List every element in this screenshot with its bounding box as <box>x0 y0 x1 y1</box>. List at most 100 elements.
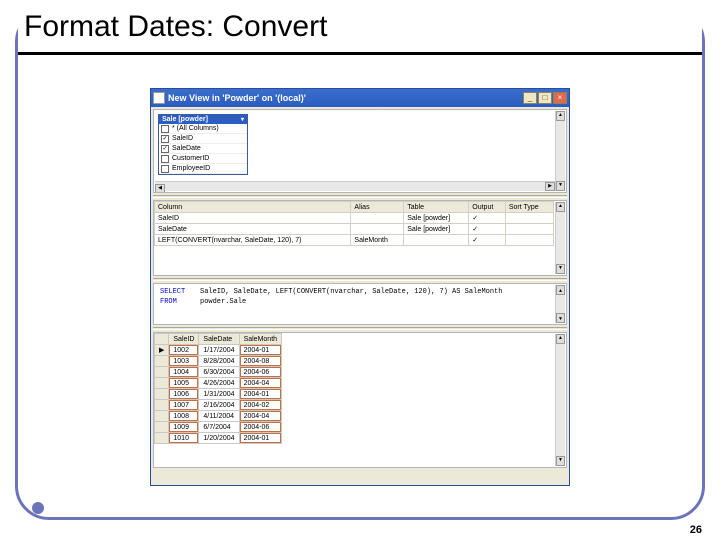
result-row[interactable]: 10061/31/20042004-01 <box>155 389 282 400</box>
result-cell[interactable]: 1008 <box>169 411 199 422</box>
grid-cell[interactable]: SaleID <box>155 213 351 224</box>
grid-cell[interactable]: ✓ <box>469 213 506 224</box>
result-row[interactable]: 10084/11/20042004-04 <box>155 411 282 422</box>
close-button[interactable]: × <box>553 92 567 104</box>
result-cell[interactable]: 1009 <box>169 422 199 433</box>
grid-cell[interactable]: SaleMonth <box>351 235 404 246</box>
result-cell[interactable]: 6/30/2004 <box>199 367 239 378</box>
result-cell[interactable]: 1005 <box>169 378 199 389</box>
result-cell[interactable]: 1007 <box>169 400 199 411</box>
column-row[interactable]: ✓SaleID <box>159 134 247 144</box>
result-row[interactable]: ▶10021/17/20042004-01 <box>155 345 282 356</box>
result-cell[interactable]: 2004-02 <box>239 400 281 411</box>
minimize-button[interactable]: _ <box>523 92 537 104</box>
scroll-left-icon[interactable]: ◀ <box>155 184 165 193</box>
result-row[interactable]: 10096/7/20042004-06 <box>155 422 282 433</box>
scroll-up-icon[interactable]: ▲ <box>556 334 565 344</box>
result-row[interactable]: 10038/28/20042004-08 <box>155 356 282 367</box>
result-cell[interactable]: 2004-04 <box>239 411 281 422</box>
chevron-down-icon[interactable]: ▾ <box>241 116 244 123</box>
maximize-button[interactable]: □ <box>538 92 552 104</box>
grid-header[interactable]: Table <box>404 202 469 213</box>
grid-cell[interactable] <box>351 224 404 235</box>
result-cell[interactable]: 2004-04 <box>239 378 281 389</box>
vertical-scrollbar[interactable]: ▲▼ <box>555 334 565 466</box>
table-diagram-box[interactable]: Sale [powder] ▾ * (All Columns)✓SaleID✓S… <box>158 114 248 175</box>
criteria-grid[interactable]: ColumnAliasTableOutputSort Type SaleIDSa… <box>154 201 554 246</box>
results-pane[interactable]: SaleIDSaleDateSaleMonth ▶10021/17/200420… <box>153 332 567 468</box>
result-cell[interactable]: 2004-06 <box>239 422 281 433</box>
scroll-right-icon[interactable]: ▶ <box>545 182 555 191</box>
grid-row[interactable]: LEFT(CONVERT(nvarchar, SaleDate, 120), 7… <box>155 235 554 246</box>
checkbox[interactable]: ✓ <box>161 145 169 153</box>
grid-cell[interactable] <box>351 213 404 224</box>
result-cell[interactable]: 1004 <box>169 367 199 378</box>
result-header[interactable]: SaleMonth <box>239 334 281 345</box>
result-cell[interactable]: 8/28/2004 <box>199 356 239 367</box>
scroll-down-icon[interactable]: ▼ <box>556 313 565 323</box>
grid-cell[interactable]: SaleDate <box>155 224 351 235</box>
result-cell[interactable]: 6/7/2004 <box>199 422 239 433</box>
pane-splitter[interactable] <box>153 278 567 281</box>
vertical-scrollbar[interactable]: ▲▼ <box>555 111 565 191</box>
pane-splitter[interactable] <box>153 327 567 330</box>
result-row[interactable]: 10101/20/20042004-01 <box>155 433 282 444</box>
result-header[interactable]: SaleID <box>169 334 199 345</box>
grid-cell[interactable]: Sale [powder] <box>404 224 469 235</box>
result-cell[interactable]: 1006 <box>169 389 199 400</box>
result-cell[interactable]: 1/31/2004 <box>199 389 239 400</box>
result-cell[interactable]: 2/16/2004 <box>199 400 239 411</box>
diagram-pane[interactable]: Sale [powder] ▾ * (All Columns)✓SaleID✓S… <box>153 109 567 193</box>
scroll-up-icon[interactable]: ▲ <box>556 111 565 121</box>
grid-cell[interactable] <box>505 235 553 246</box>
grid-row[interactable]: SaleID Sale [powder]✓ <box>155 213 554 224</box>
scroll-down-icon[interactable]: ▼ <box>556 264 565 274</box>
grid-cell[interactable]: ✓ <box>469 224 506 235</box>
horizontal-scrollbar[interactable]: ◀▶ <box>155 181 555 191</box>
grid-header[interactable]: Column <box>155 202 351 213</box>
result-cell[interactable]: 2004-01 <box>239 389 281 400</box>
grid-cell[interactable]: ✓ <box>469 235 506 246</box>
column-row[interactable]: CustomerID <box>159 154 247 164</box>
checkbox[interactable] <box>161 155 169 163</box>
result-cell[interactable]: 2004-01 <box>239 433 281 444</box>
grid-header[interactable]: Output <box>469 202 506 213</box>
column-row[interactable]: * (All Columns) <box>159 124 247 134</box>
scroll-down-icon[interactable]: ▼ <box>556 456 565 466</box>
grid-cell[interactable]: LEFT(CONVERT(nvarchar, SaleDate, 120), 7… <box>155 235 351 246</box>
grid-cell[interactable] <box>505 213 553 224</box>
scroll-up-icon[interactable]: ▲ <box>556 202 565 212</box>
result-cell[interactable]: 4/11/2004 <box>199 411 239 422</box>
scroll-down-icon[interactable]: ▼ <box>556 181 565 191</box>
result-header[interactable]: SaleDate <box>199 334 239 345</box>
grid-row[interactable]: SaleDate Sale [powder]✓ <box>155 224 554 235</box>
result-cell[interactable]: 1/20/2004 <box>199 433 239 444</box>
result-cell[interactable]: 1003 <box>169 356 199 367</box>
sql-pane[interactable]: SELECTSaleID, SaleDate, LEFT(CONVERT(nva… <box>153 283 567 325</box>
result-row[interactable]: 10046/30/20042004-06 <box>155 367 282 378</box>
pane-splitter[interactable] <box>153 195 567 198</box>
result-cell[interactable]: 4/26/2004 <box>199 378 239 389</box>
vertical-scrollbar[interactable]: ▲▼ <box>555 285 565 323</box>
result-cell[interactable]: 2004-01 <box>239 345 281 356</box>
checkbox[interactable] <box>161 125 169 133</box>
result-cell[interactable]: 2004-06 <box>239 367 281 378</box>
criteria-grid-pane[interactable]: ColumnAliasTableOutputSort Type SaleIDSa… <box>153 200 567 276</box>
vertical-scrollbar[interactable]: ▲▼ <box>555 202 565 274</box>
grid-header[interactable]: Sort Type <box>505 202 553 213</box>
column-row[interactable]: ✓SaleDate <box>159 144 247 154</box>
result-cell[interactable]: 1002 <box>169 345 199 356</box>
window-titlebar[interactable]: New View in 'Powder' on '(local)' _ □ × <box>151 89 569 107</box>
grid-cell[interactable]: Sale [powder] <box>404 213 469 224</box>
result-row[interactable]: 10054/26/20042004-04 <box>155 378 282 389</box>
scroll-up-icon[interactable]: ▲ <box>556 285 565 295</box>
results-grid[interactable]: SaleIDSaleDateSaleMonth ▶10021/17/200420… <box>154 333 282 444</box>
grid-header[interactable]: Alias <box>351 202 404 213</box>
column-row[interactable]: EmployeeID <box>159 164 247 174</box>
grid-cell[interactable] <box>404 235 469 246</box>
checkbox[interactable]: ✓ <box>161 135 169 143</box>
result-row[interactable]: 10072/16/20042004-02 <box>155 400 282 411</box>
grid-cell[interactable] <box>505 224 553 235</box>
result-cell[interactable]: 2004-08 <box>239 356 281 367</box>
result-cell[interactable]: 1/17/2004 <box>199 345 239 356</box>
